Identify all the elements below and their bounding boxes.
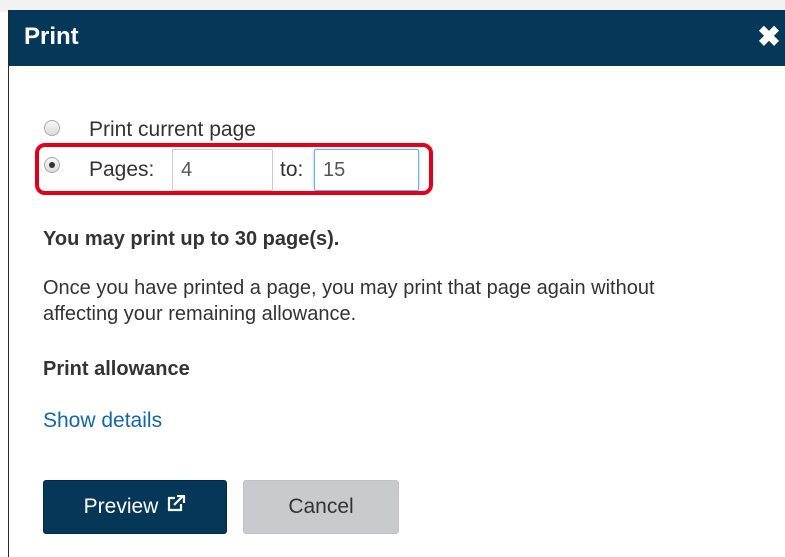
cancel-button[interactable]: Cancel	[243, 480, 399, 534]
print-allowance-heading: Print allowance	[43, 358, 190, 380]
to-label: to:	[280, 158, 304, 181]
close-icon[interactable]: ✖	[754, 22, 784, 52]
dialog-title: Print	[24, 23, 79, 50]
external-link-icon	[166, 494, 186, 519]
print-limit-text: You may print up to 30 page(s).	[43, 228, 340, 250]
pages-label[interactable]: Pages:	[89, 158, 154, 182]
show-details-link[interactable]: Show details	[43, 409, 162, 433]
preview-button-label: Preview	[83, 495, 159, 518]
pages-to-input[interactable]	[314, 149, 419, 191]
radio-pages[interactable]	[44, 157, 60, 173]
radio-print-current-page[interactable]	[44, 120, 60, 136]
preview-button[interactable]: Preview	[43, 480, 227, 534]
dialog-header: Print ✖	[9, 10, 785, 66]
print-dialog: Print ✖ Print current page Pages: to: Yo…	[8, 10, 785, 557]
cancel-button-label: Cancel	[288, 495, 354, 518]
print-current-page-label[interactable]: Print current page	[89, 118, 256, 142]
pages-from-input[interactable]	[172, 149, 273, 191]
reprint-note: Once you have printed a page, you may pr…	[43, 277, 655, 325]
